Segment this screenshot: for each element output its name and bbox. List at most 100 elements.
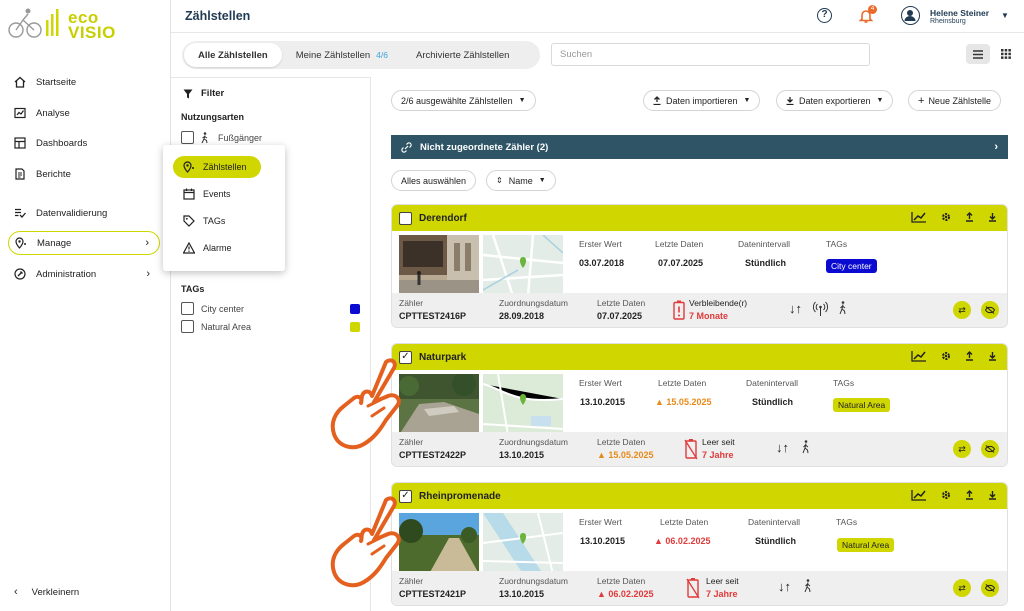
empty-since-label: Leer seit bbox=[706, 576, 739, 586]
swap-counter-button[interactable]: ⇄ bbox=[953, 301, 971, 319]
empty-since-label: Leer seit bbox=[702, 437, 735, 447]
user-name[interactable]: Helene Steiner bbox=[930, 8, 989, 18]
caret-down-icon: ▼ bbox=[876, 97, 884, 104]
logo-cyclist-icon bbox=[8, 8, 59, 38]
assign-date-value: 28.09.2018 bbox=[499, 311, 545, 321]
trend-chart-icon[interactable] bbox=[911, 211, 927, 223]
site-map bbox=[483, 235, 563, 296]
site-name[interactable]: Rheinpromenade bbox=[419, 491, 501, 502]
menu-item-events[interactable]: Events bbox=[173, 183, 261, 205]
sidebar-item-datenvalidierung[interactable]: Datenvalidierung bbox=[8, 201, 160, 225]
tab-archived-sites[interactable]: Archivierte Zählstellen bbox=[402, 43, 523, 67]
site-name[interactable]: Derendorf bbox=[419, 213, 467, 224]
menu-item-counting-sites[interactable]: Zählstellen bbox=[173, 156, 261, 178]
download-icon[interactable] bbox=[988, 351, 997, 361]
menu-item-alarms[interactable]: Alarme bbox=[173, 237, 261, 259]
download-icon[interactable] bbox=[988, 212, 997, 222]
hide-site-button[interactable] bbox=[981, 440, 999, 458]
tab-my-sites[interactable]: Meine Zählstellen 4/6 bbox=[282, 43, 402, 67]
help-icon[interactable]: ? bbox=[817, 8, 832, 23]
tag-item-natural-area[interactable]: Natural Area bbox=[181, 320, 361, 333]
upload-icon[interactable] bbox=[965, 490, 974, 500]
sidebar-item-analyse[interactable]: Analyse bbox=[8, 101, 160, 125]
tag-item-city-center[interactable]: City center bbox=[181, 302, 361, 315]
gear-icon[interactable] bbox=[941, 212, 951, 222]
sidebar-item-dashboards[interactable]: Dashboards bbox=[8, 131, 160, 155]
site-checkbox[interactable] bbox=[399, 211, 412, 225]
eye-off-icon bbox=[985, 306, 995, 314]
caret-down-icon[interactable]: ▼ bbox=[1001, 11, 1009, 20]
usage-types-title: Nutzungsarten bbox=[181, 112, 244, 122]
dashboard-icon bbox=[14, 137, 26, 149]
sidebar-item-label: Berichte bbox=[36, 168, 71, 180]
gear-icon[interactable] bbox=[941, 351, 951, 361]
checkbox[interactable] bbox=[181, 302, 194, 315]
validation-icon bbox=[15, 208, 26, 218]
menu-item-tags[interactable]: TAGs bbox=[173, 210, 261, 232]
sidebar-item-administration[interactable]: Administration › bbox=[8, 262, 160, 286]
chart-icon bbox=[14, 107, 26, 119]
upload-icon[interactable] bbox=[965, 351, 974, 361]
hide-site-button[interactable] bbox=[981, 301, 999, 319]
import-data-button[interactable]: Daten importieren ▼ bbox=[643, 90, 761, 111]
download-icon[interactable] bbox=[988, 490, 997, 500]
sort-dropdown[interactable]: ⇕ Name ▼ bbox=[486, 170, 556, 191]
collapse-sidebar-button[interactable]: ‹ Verkleinern bbox=[14, 586, 79, 598]
remaining-value: 7 Monate bbox=[689, 311, 729, 321]
selected-sites-dropdown[interactable]: 2/6 ausgewählte Zählstellen ▼ bbox=[391, 90, 536, 111]
swap-counter-button[interactable]: ⇄ bbox=[953, 579, 971, 597]
tab-all-sites[interactable]: Alle Zählstellen bbox=[184, 43, 282, 67]
last-data-label: Letzte Daten bbox=[655, 239, 704, 249]
hide-site-button[interactable] bbox=[981, 579, 999, 597]
first-value-label: Erster Wert bbox=[579, 517, 622, 527]
select-all-button[interactable]: Alles auswählen bbox=[391, 170, 477, 191]
sidebar-item-label: Datenvalidierung bbox=[36, 207, 108, 219]
chevron-right-icon: › bbox=[994, 141, 998, 153]
upload-icon[interactable] bbox=[965, 212, 974, 222]
caret-down-icon: ▼ bbox=[538, 177, 546, 184]
chevron-left-icon: ‹ bbox=[14, 586, 18, 598]
tag-badge: City center bbox=[826, 259, 877, 273]
list-icon bbox=[973, 49, 983, 59]
trend-chart-icon[interactable] bbox=[911, 489, 927, 501]
sidebar-item-manage[interactable]: Manage › bbox=[8, 231, 160, 255]
site-card-footer: Zähler CPTTEST2416P Zuordnungsdatum 28.0… bbox=[392, 293, 1007, 327]
first-value-label: Erster Wert bbox=[579, 239, 622, 249]
last-data-label: Letzte Daten bbox=[597, 437, 646, 447]
gear-icon[interactable] bbox=[941, 490, 951, 500]
checkbox[interactable] bbox=[181, 131, 194, 144]
site-name[interactable]: Naturpark bbox=[419, 352, 466, 363]
export-data-button[interactable]: Daten exportieren ▼ bbox=[776, 90, 894, 111]
pedestrian-icon bbox=[201, 131, 208, 143]
counting-sites-tabs: Alle Zählstellen Meine Zählstellen 4/6 Ar… bbox=[182, 41, 540, 69]
warning-icon: ▲ bbox=[597, 450, 609, 460]
site-card-derendorf: Derendorf Erster Wert 03.07.2018 Letzte … bbox=[391, 204, 1008, 328]
sidebar-item-berichte[interactable]: Berichte bbox=[8, 162, 160, 186]
unassigned-counters-bar[interactable]: Nicht zugeordnete Zähler (2) › bbox=[391, 135, 1008, 159]
sensor-icon bbox=[813, 301, 828, 316]
funnel-icon bbox=[183, 89, 193, 98]
unlink-icon bbox=[401, 141, 412, 153]
checkbox[interactable] bbox=[181, 320, 194, 333]
trend-chart-icon[interactable] bbox=[911, 350, 927, 362]
swap-counter-button[interactable]: ⇄ bbox=[953, 440, 971, 458]
grid-view-button[interactable] bbox=[994, 44, 1018, 64]
bidirectional-icon: ↓↑ bbox=[778, 579, 791, 594]
grid-icon bbox=[1001, 49, 1011, 59]
site-map bbox=[483, 374, 563, 435]
tags-title: TAGs bbox=[181, 284, 205, 294]
first-value: 03.07.2018 bbox=[579, 258, 625, 268]
list-view-button[interactable] bbox=[966, 44, 990, 64]
collapse-label: Verkleinern bbox=[31, 586, 80, 598]
usage-item-pedestrian[interactable]: Fußgänger bbox=[181, 131, 262, 144]
avatar[interactable] bbox=[901, 6, 920, 25]
sidebar-item-startseite[interactable]: Startseite bbox=[8, 70, 160, 94]
report-icon bbox=[15, 168, 25, 180]
tag-badge: Natural Area bbox=[833, 398, 891, 412]
notifications-button[interactable]: 4 bbox=[858, 5, 877, 27]
site-photo bbox=[399, 374, 479, 435]
search-input[interactable] bbox=[551, 43, 870, 66]
assign-date-label: Zuordnungsdatum bbox=[499, 576, 568, 586]
new-site-button[interactable]: + Neue Zählstelle bbox=[908, 90, 1001, 111]
sidebar-item-label: Analyse bbox=[36, 107, 70, 119]
